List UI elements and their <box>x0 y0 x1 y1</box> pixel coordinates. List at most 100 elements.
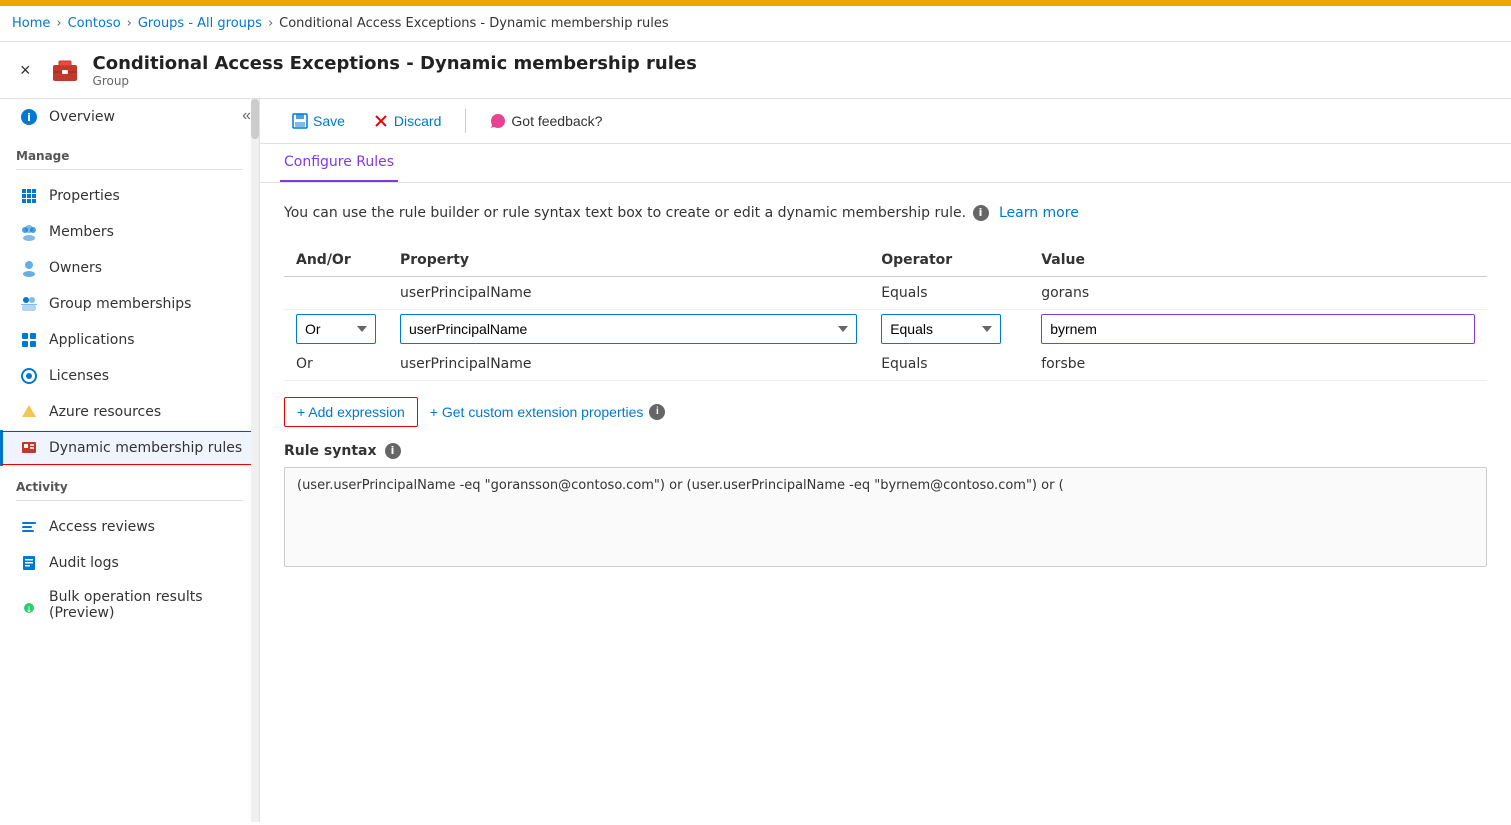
sidebar-item-azure-resources[interactable]: Azure resources <box>0 394 259 430</box>
sidebar-item-group-memberships[interactable]: Group memberships <box>0 286 259 322</box>
page-title: Conditional Access Exceptions - Dynamic … <box>93 53 697 74</box>
learn-more-link[interactable]: Learn more <box>999 205 1079 221</box>
toolbar-separator <box>465 109 466 133</box>
table-row: Or userPrincipalName Equals forsbe <box>284 348 1487 381</box>
discard-button[interactable]: Discard <box>361 107 453 135</box>
scrollbar-track[interactable] <box>251 99 259 822</box>
sidebar-item-bulk-operation-label: Bulk operation results (Preview) <box>49 589 243 621</box>
sidebar-item-members-label: Members <box>49 224 114 240</box>
dynamic-membership-icon <box>19 438 39 458</box>
operator-select[interactable]: Equals Not Equals Contains Not Contains <box>881 314 1001 344</box>
info-text: You can use the rule builder or rule syn… <box>284 203 1487 224</box>
feedback-label: Got feedback? <box>511 113 602 129</box>
header-icon <box>47 52 83 88</box>
owners-icon <box>19 258 39 278</box>
sidebar-item-overview-label: Overview <box>49 109 115 125</box>
info-text-content: You can use the rule builder or rule syn… <box>284 205 966 221</box>
edit-operator-cell: Equals Not Equals Contains Not Contains <box>869 310 1029 349</box>
sidebar-divider-manage <box>16 169 243 170</box>
col-property: Property <box>388 244 869 277</box>
sidebar-item-licenses[interactable]: Licenses <box>0 358 259 394</box>
svg-text:i: i <box>27 111 31 124</box>
sidebar-divider-activity <box>16 500 243 501</box>
sidebar-item-licenses-label: Licenses <box>49 368 109 384</box>
info-icon: i <box>19 107 39 127</box>
row2-property: userPrincipalName <box>388 348 869 381</box>
edit-property-cell: userPrincipalName department displayName… <box>388 310 869 349</box>
col-andor: And/Or <box>284 244 388 277</box>
tab-configure-rules[interactable]: Configure Rules <box>280 144 398 182</box>
property-select[interactable]: userPrincipalName department displayName… <box>400 314 857 344</box>
rule-table: And/Or Property Operator Value userPrinc… <box>284 244 1487 381</box>
breadcrumb-contoso[interactable]: Contoso <box>68 16 121 31</box>
sidebar-item-access-reviews-label: Access reviews <box>49 519 155 535</box>
edit-value-cell <box>1029 310 1487 349</box>
edit-andor-cell: And Or <box>284 310 388 349</box>
tab-bar: Configure Rules <box>260 144 1511 183</box>
sidebar-item-properties-label: Properties <box>49 188 120 204</box>
value-input[interactable] <box>1041 314 1475 344</box>
info-tooltip-icon[interactable]: i <box>973 205 989 221</box>
save-label: Save <box>313 113 345 129</box>
page-subtitle: Group <box>93 74 697 88</box>
sidebar-item-owners[interactable]: Owners <box>0 250 259 286</box>
sidebar-item-audit-logs-label: Audit logs <box>49 555 119 571</box>
main-layout: « i Overview Manage Properties Members <box>0 99 1511 822</box>
toolbar: Save Discard Got feedback? <box>260 99 1511 144</box>
breadcrumb-sep-2: › <box>127 16 132 31</box>
sidebar-activity-label: Activity <box>0 466 259 500</box>
sidebar-item-azure-resources-label: Azure resources <box>49 404 161 420</box>
sidebar-item-group-memberships-label: Group memberships <box>49 296 191 312</box>
table-row-edit: And Or userPrincipalName department disp… <box>284 310 1487 349</box>
breadcrumb-home[interactable]: Home <box>12 16 50 31</box>
breadcrumb-current: Conditional Access Exceptions - Dynamic … <box>279 16 668 31</box>
row1-andor <box>284 277 388 310</box>
sidebar-item-dynamic-membership-rules[interactable]: Dynamic membership rules <box>0 430 259 466</box>
rule-syntax-box[interactable]: (user.userPrincipalName -eq "goransson@c… <box>284 467 1487 567</box>
breadcrumb-sep-1: › <box>56 16 61 31</box>
rule-syntax-title: Rule syntax <box>284 443 377 459</box>
discard-icon <box>373 113 389 129</box>
briefcase-icon <box>49 54 81 86</box>
table-row: userPrincipalName Equals gorans <box>284 277 1487 310</box>
properties-icon <box>19 186 39 206</box>
discard-label: Discard <box>394 113 441 129</box>
scrollbar-thumb <box>251 99 259 139</box>
rule-syntax-info-icon[interactable]: i <box>385 443 401 459</box>
close-button[interactable]: × <box>16 56 35 85</box>
bulk-operation-icon: ↓ <box>19 595 39 615</box>
page-header: × Conditional Access Exceptions - Dynami… <box>0 42 1511 99</box>
breadcrumb: Home › Contoso › Groups - All groups › C… <box>0 6 1511 42</box>
sidebar-item-access-reviews[interactable]: Access reviews <box>0 509 259 545</box>
content-area: Save Discard Got feedback? Configure Rul… <box>260 99 1511 822</box>
table-header-row: And/Or Property Operator Value <box>284 244 1487 277</box>
sidebar-item-audit-logs[interactable]: Audit logs <box>0 545 259 581</box>
custom-ext-info-icon[interactable]: i <box>649 404 665 420</box>
audit-logs-icon <box>19 553 39 573</box>
sidebar-item-bulk-operation[interactable]: ↓ Bulk operation results (Preview) <box>0 581 259 629</box>
row2-operator: Equals <box>869 348 1029 381</box>
get-custom-extension-button[interactable]: + Get custom extension properties i <box>418 398 680 426</box>
access-reviews-icon <box>19 517 39 537</box>
breadcrumb-groups[interactable]: Groups - All groups <box>138 16 262 31</box>
andor-select[interactable]: And Or <box>296 314 376 344</box>
sidebar-item-overview[interactable]: i Overview <box>0 99 259 135</box>
feedback-button[interactable]: Got feedback? <box>478 107 614 135</box>
sidebar-item-members[interactable]: Members <box>0 214 259 250</box>
row1-property: userPrincipalName <box>388 277 869 310</box>
row2-andor: Or <box>284 348 388 381</box>
sidebar: « i Overview Manage Properties Members <box>0 99 260 822</box>
sidebar-collapse-button[interactable]: « <box>242 107 251 125</box>
sidebar-item-owners-label: Owners <box>49 260 102 276</box>
azure-resources-icon <box>19 402 39 422</box>
sidebar-item-properties[interactable]: Properties <box>0 178 259 214</box>
sidebar-item-dynamic-membership-label: Dynamic membership rules <box>49 440 242 456</box>
sidebar-item-applications-label: Applications <box>49 332 135 348</box>
breadcrumb-sep-3: › <box>268 16 273 31</box>
get-custom-label: + Get custom extension properties <box>430 404 644 420</box>
sidebar-item-applications[interactable]: Applications <box>0 322 259 358</box>
add-expression-button[interactable]: + Add expression <box>284 397 418 427</box>
col-value: Value <box>1029 244 1487 277</box>
save-button[interactable]: Save <box>280 107 357 135</box>
rule-syntax-label: Rule syntax i <box>284 443 1487 459</box>
